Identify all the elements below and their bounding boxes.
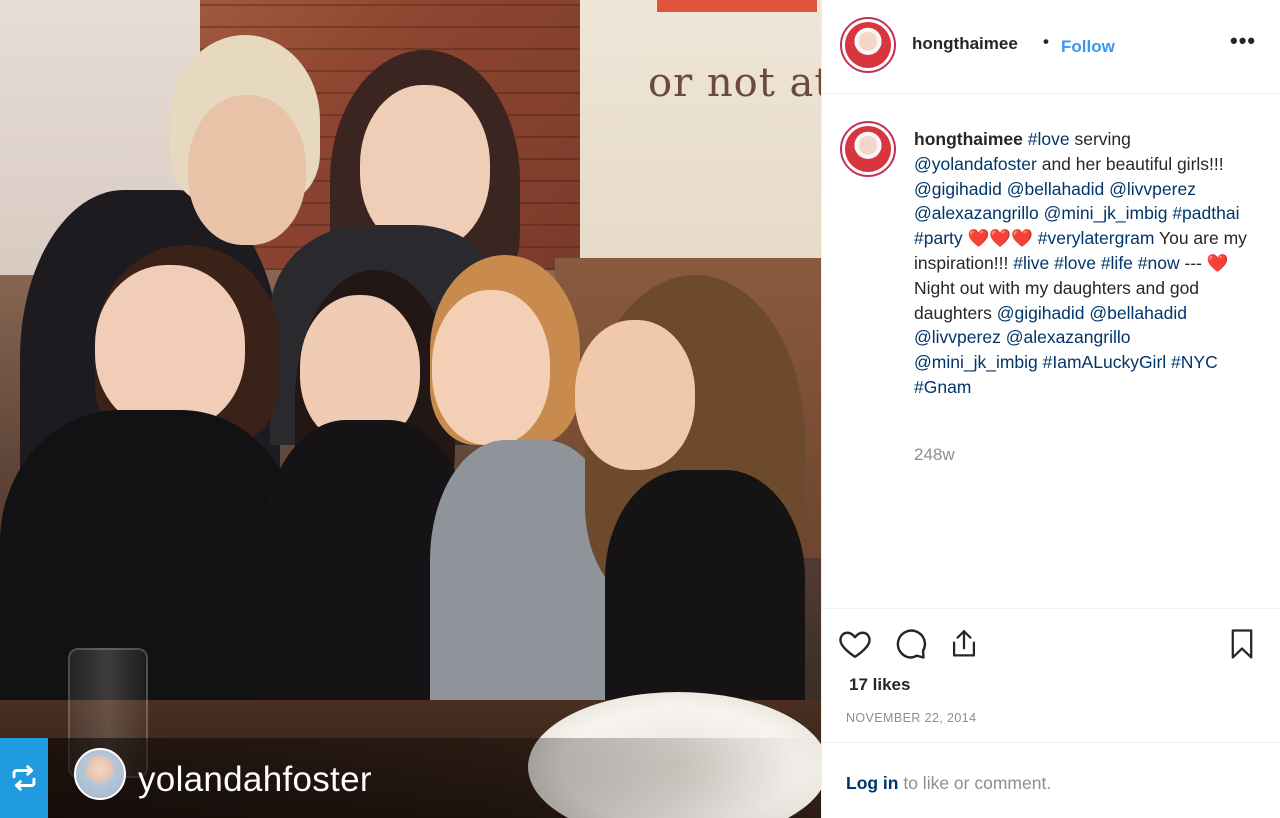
login-prompt: Log in to like or comment.: [846, 773, 1051, 794]
photo-figure: [575, 320, 695, 470]
post-sidebar: hongthaimee • Follow ••• hongthaimee #lo…: [821, 0, 1280, 818]
hashtag-link[interactable]: #verylatergram: [1038, 228, 1155, 248]
share-icon[interactable]: [944, 624, 984, 664]
hashtag-link[interactable]: #now: [1138, 253, 1180, 273]
mention-link[interactable]: @bellahadid: [1089, 303, 1187, 323]
hashtag-link[interactable]: #Gnam: [914, 377, 971, 397]
login-row: Log in to like or comment.: [822, 742, 1280, 818]
photo-poster-text: or not at: [648, 60, 821, 106]
post-age[interactable]: 248w: [914, 445, 955, 465]
repost-avatar: [74, 748, 126, 800]
hashtag-link[interactable]: #padthai: [1172, 203, 1239, 223]
post-caption: hongthaimee #love serving @yolandafoster…: [914, 127, 1254, 400]
caption-avatar[interactable]: [840, 121, 896, 177]
photo-figure: [95, 265, 245, 430]
post-date: NOVEMBER 22, 2014: [846, 711, 977, 725]
mention-link[interactable]: @gigihadid: [997, 303, 1085, 323]
caption-body: #love serving @yolandafoster and her bea…: [914, 129, 1247, 397]
login-prompt-text: to like or comment.: [898, 773, 1052, 793]
mention-link[interactable]: @livvperez: [1109, 179, 1196, 199]
follow-button[interactable]: Follow: [1061, 37, 1115, 57]
actions-divider: [822, 608, 1280, 609]
photo-poster-stripe: [657, 0, 817, 12]
heart-emoji: ❤️: [1206, 252, 1229, 273]
hashtag-link[interactable]: #live: [1013, 253, 1049, 273]
photo-poster: [580, 0, 821, 262]
mention-link[interactable]: @alexazangrillo: [914, 203, 1039, 223]
bookmark-icon[interactable]: [1222, 624, 1262, 664]
photo-figure: [0, 410, 300, 740]
heart-icon[interactable]: [835, 624, 875, 664]
mention-link[interactable]: @yolandafoster: [914, 154, 1037, 174]
hashtag-link[interactable]: #love: [1054, 253, 1096, 273]
likes-count[interactable]: 17 likes: [849, 675, 910, 695]
header-separator: •: [1043, 32, 1049, 51]
mention-link[interactable]: @livvperez: [914, 327, 1001, 347]
comment-icon[interactable]: [890, 624, 930, 664]
caption-text: serving: [1069, 129, 1131, 149]
login-link[interactable]: Log in: [846, 773, 898, 793]
heart-emoji: ❤️❤️❤️: [967, 228, 1033, 249]
caption-username[interactable]: hongthaimee: [914, 129, 1023, 149]
photo-figure: [432, 290, 550, 445]
mention-link[interactable]: @alexazangrillo: [1006, 327, 1131, 347]
hashtag-link[interactable]: #NYC: [1171, 352, 1218, 372]
caption-text: and her beautiful girls!!!: [1036, 153, 1224, 174]
repost-icon: [0, 738, 48, 818]
mention-link[interactable]: @gigihadid: [914, 179, 1002, 199]
hashtag-link[interactable]: #IamALuckyGirl: [1043, 352, 1167, 372]
hashtag-link[interactable]: #life: [1101, 253, 1133, 273]
more-options-icon[interactable]: •••: [1230, 28, 1256, 54]
post-header: hongthaimee • Follow •••: [822, 0, 1280, 94]
mention-link[interactable]: @mini_jk_imbig: [914, 352, 1038, 372]
hashtag-link[interactable]: #love: [1028, 129, 1070, 149]
repost-username: yolandahfoster: [138, 760, 372, 799]
photo-figure: [188, 95, 306, 245]
author-username[interactable]: hongthaimee: [912, 34, 1018, 54]
author-avatar[interactable]: [840, 17, 896, 73]
hashtag-link[interactable]: #party: [914, 228, 963, 248]
caption-text: ---: [1179, 252, 1207, 273]
mention-link[interactable]: @bellahadid: [1007, 179, 1105, 199]
post-photo[interactable]: or not at yolandahfoster: [0, 0, 821, 818]
mention-link[interactable]: @mini_jk_imbig: [1044, 203, 1168, 223]
